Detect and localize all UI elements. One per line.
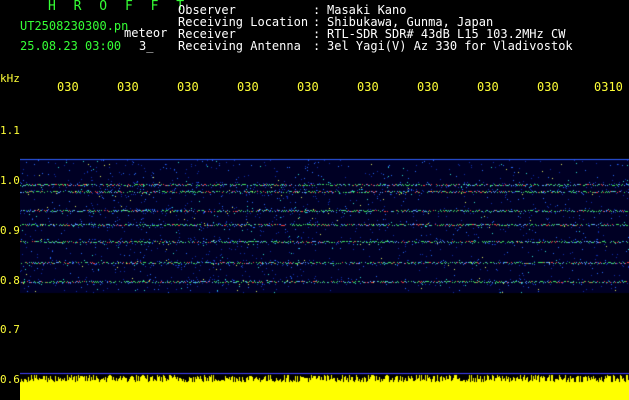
antenna-sep: :	[313, 39, 321, 53]
x-tick-label: 030	[177, 81, 199, 93]
x-tick-label: 030	[537, 81, 559, 93]
y-tick-label: 1.1	[0, 124, 20, 137]
brand-title: H R O F F T	[48, 0, 190, 14]
y-tick-label: 0.7	[0, 323, 20, 336]
filename: UT2508230300.pn	[20, 19, 129, 33]
x-tick-label: 030	[57, 81, 79, 93]
x-tick-label-last: 0310	[594, 80, 623, 94]
y-unit-label: kHz	[0, 72, 20, 85]
y-tick-label: 0.9	[0, 224, 20, 237]
x-tick-label: 030	[297, 81, 319, 93]
x-tick-label: 030	[237, 81, 259, 93]
x-tick-label: 030	[477, 81, 499, 93]
y-tick-label: 1.0	[0, 174, 20, 187]
datetime: 25.08.23 03:00	[20, 39, 122, 53]
y-tick-label: 0.6	[0, 373, 20, 386]
filename-suffix: meteor	[124, 26, 168, 40]
x-tick-label: 030	[357, 81, 379, 93]
x-tick-label: 030	[117, 81, 139, 93]
antenna-value: 3el Yagi(V) Az 330 for Vladivostok	[327, 39, 573, 53]
y-tick-label: 0.8	[0, 274, 20, 287]
hrofft-screen: H R O F F T UT2508230300.pn meteor 25.08…	[0, 0, 629, 400]
datetime-extra: 3_	[139, 39, 154, 53]
x-tick-label: 030	[417, 81, 439, 93]
spectrogram	[20, 95, 629, 400]
antenna-label: Receiving Antenna	[178, 39, 301, 53]
